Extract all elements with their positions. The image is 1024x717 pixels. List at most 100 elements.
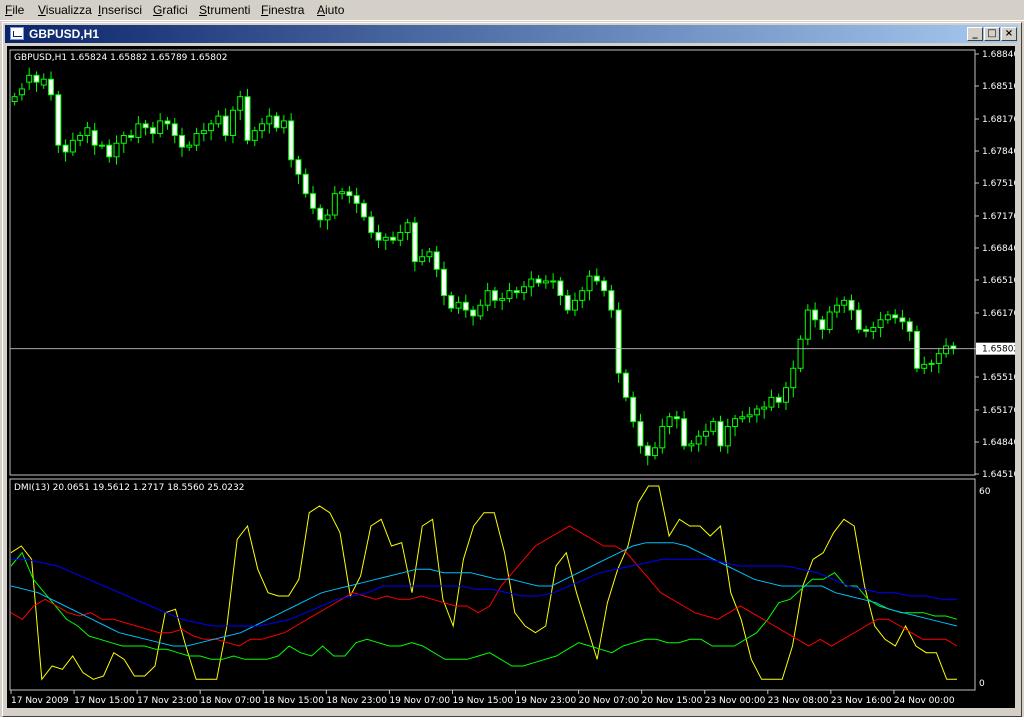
- candle-body: [804, 309, 811, 340]
- time-tick-label: 23 Nov 08:00: [768, 696, 829, 706]
- chart-area[interactable]: 1.68840 1.68510 1.68170 1.67840 1.67510 1.671…: [7, 46, 1019, 708]
- candle-body: [324, 214, 331, 221]
- price-tick-label: 1.65802: [982, 345, 1015, 355]
- candle-body: [535, 278, 542, 284]
- candle-body: [826, 311, 833, 330]
- candle-body: [579, 290, 586, 301]
- candle-body: [768, 396, 775, 408]
- time-tick-label: 24 Nov 00:00: [894, 696, 955, 706]
- candle-body: [608, 290, 615, 311]
- candle-body: [375, 231, 382, 241]
- candle-body: [863, 328, 870, 332]
- time-tick-label: 20 Nov 07:00: [579, 696, 640, 706]
- window-titlebar[interactable]: GBPUSD,H1 _ □ ×: [5, 25, 1018, 43]
- chart-svg: 1.68840 1.68510 1.68170 1.67840 1.67510 1.671…: [7, 46, 1019, 708]
- candle-body: [848, 299, 855, 311]
- candle-body: [724, 425, 731, 447]
- menu-file[interactable]: File: [5, 3, 24, 17]
- candle-body: [433, 251, 440, 270]
- menu-visualizza[interactable]: Visualizza: [38, 3, 92, 17]
- menu-aiuto[interactable]: Aiuto: [317, 3, 344, 17]
- menu-finestra[interactable]: Finestra: [261, 3, 304, 17]
- candle-body: [593, 275, 600, 282]
- price-tick-label: 1.64510: [982, 470, 1015, 480]
- candle-body: [542, 280, 549, 284]
- candle-body: [855, 309, 862, 330]
- time-tick-label: 19 Nov 23:00: [516, 696, 577, 706]
- candle-body: [753, 408, 760, 416]
- candle-body: [411, 222, 418, 263]
- candle-body: [280, 120, 287, 129]
- candle-body: [746, 414, 753, 418]
- candle-body: [368, 216, 375, 233]
- time-tick-label: 23 Nov 16:00: [831, 696, 892, 706]
- candle-body: [673, 416, 680, 420]
- candle-body: [295, 159, 302, 175]
- candle-body: [884, 314, 891, 321]
- price-tick-label: 1.65170: [982, 406, 1015, 416]
- candle-body: [710, 421, 717, 432]
- candle-body: [550, 280, 557, 283]
- dmi-tick-label: 60: [979, 487, 991, 497]
- candle-body: [717, 421, 724, 447]
- candle-body: [309, 193, 316, 209]
- candle-body: [637, 421, 644, 447]
- candle-body: [69, 139, 76, 153]
- candle-body: [259, 123, 266, 132]
- candle-body: [229, 109, 236, 136]
- candle-body: [18, 88, 25, 96]
- candle-body: [739, 416, 746, 420]
- candle-body: [644, 445, 651, 457]
- candle-body: [106, 144, 113, 158]
- candle-body: [833, 304, 840, 313]
- price-tick-label: 1.68840: [982, 50, 1015, 60]
- candle-body: [688, 443, 695, 447]
- price-tick-label: 1.66510: [982, 276, 1015, 286]
- price-tick-label: 1.68170: [982, 115, 1015, 125]
- candle-body: [630, 396, 637, 423]
- candle-body: [62, 144, 69, 153]
- candle-body: [622, 372, 629, 398]
- candle-body: [695, 435, 702, 445]
- candle-body: [33, 74, 40, 83]
- price-tick-label: 1.66840: [982, 244, 1015, 254]
- price-tick-label: 1.64840: [982, 438, 1015, 448]
- maximize-button[interactable]: □: [984, 27, 1000, 41]
- candle-body: [397, 231, 404, 241]
- price-tick-label: 1.67510: [982, 179, 1015, 189]
- candle-body: [142, 123, 149, 129]
- minimize-button[interactable]: _: [967, 27, 983, 41]
- candle-body: [98, 144, 105, 147]
- candle-body: [921, 363, 928, 369]
- candle-body: [11, 96, 18, 103]
- candle-body: [48, 78, 55, 96]
- candle-body: [870, 327, 877, 332]
- candle-body: [200, 130, 207, 135]
- time-tick-label: 17 Nov 15:00: [74, 696, 135, 706]
- close-button[interactable]: ×: [1001, 27, 1017, 41]
- candle-body: [601, 280, 608, 292]
- candle-body: [251, 130, 258, 141]
- candle-body: [237, 96, 244, 111]
- dmi-tick-label: 0: [979, 679, 985, 689]
- time-tick-label: 23 Nov 00:00: [705, 696, 766, 706]
- candle-body: [390, 236, 397, 241]
- candle-body: [659, 425, 666, 449]
- candle-body: [208, 123, 215, 132]
- candle-body: [55, 94, 62, 146]
- candle-body: [302, 173, 309, 195]
- menu-inserisci[interactable]: Inserisci: [98, 3, 142, 17]
- candle-body: [812, 309, 819, 321]
- candle-body: [404, 222, 411, 233]
- candle-body: [426, 251, 433, 258]
- candle-body: [935, 353, 942, 364]
- candle-body: [317, 207, 324, 221]
- menu-bar: File Visualizza Inserisci Grafici Strume…: [0, 0, 1024, 21]
- time-tick-label: 20 Nov 15:00: [642, 696, 703, 706]
- menu-strumenti[interactable]: Strumenti: [199, 3, 250, 17]
- time-tick-label: 18 Nov 07:00: [200, 696, 261, 706]
- candle-body: [477, 304, 484, 317]
- menu-grafici[interactable]: Grafici: [153, 3, 188, 17]
- candle-body: [892, 314, 899, 319]
- price-tick-label: 1.67170: [982, 212, 1015, 222]
